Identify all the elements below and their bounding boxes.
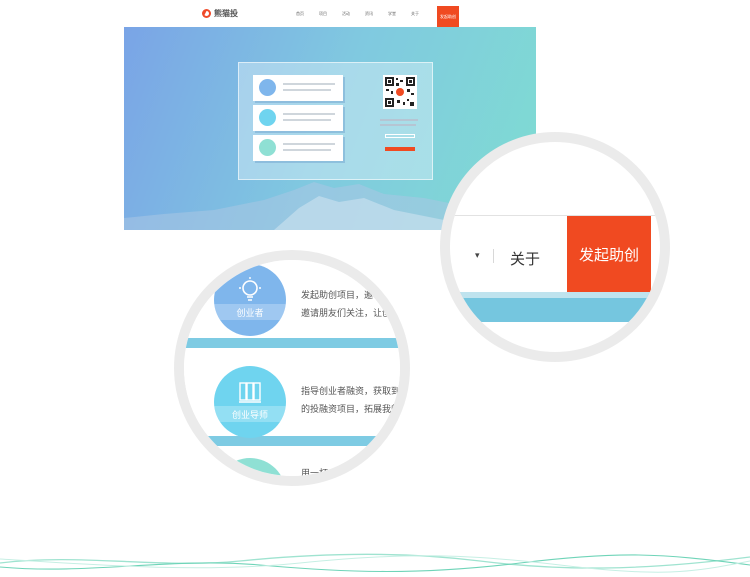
card-shadow	[184, 436, 400, 446]
launch-button-zoomed[interactable]: 发起助创	[567, 216, 651, 292]
nav-item-home[interactable]: 首页	[296, 11, 304, 17]
text-line	[380, 119, 418, 121]
site-logo[interactable]: 熊猫投	[202, 8, 238, 19]
badge-label: 创业者	[214, 304, 286, 320]
card-shadow	[184, 338, 400, 348]
mini-badge-icon	[259, 79, 276, 96]
mini-card-entrepreneur[interactable]	[253, 75, 343, 101]
nav-launch-button[interactable]: 发起助创	[437, 6, 459, 27]
card-text-line: 发起助创项目，邀	[301, 291, 374, 301]
card-text-line: 用一杯	[301, 469, 329, 479]
mini-launch-button[interactable]	[385, 147, 415, 151]
badge-label: 创业导师	[214, 406, 286, 422]
card-text-line: 的投融资项目，拓展我的	[301, 405, 401, 415]
mini-card-supporter[interactable]	[253, 135, 343, 161]
text-line	[380, 124, 416, 126]
text-line	[283, 89, 331, 91]
hero-panel	[238, 62, 433, 180]
zoom-cards-detail: 创业者 发起助创项目，邀 邀请朋友们关注，让创 创业导师 指导创业者融资，获取到…	[174, 250, 410, 486]
badge-supporter	[214, 458, 286, 476]
role-card-mentor[interactable]: 创业导师 指导创业者融资，获取到 的投融资项目，拓展我的	[184, 358, 401, 438]
badge-mentor: 创业导师	[214, 366, 286, 438]
nav-divider	[493, 249, 494, 263]
card-text-line: 指导创业者融资，获取到	[301, 387, 401, 397]
nav-item-academy[interactable]: 学堂	[388, 11, 396, 17]
nav-item-news[interactable]: 资讯	[365, 11, 373, 17]
zoom-header-detail: ▾ 关于 发起助创	[440, 132, 670, 362]
text-line	[283, 83, 335, 85]
lightbulb-icon	[239, 277, 261, 301]
logo-icon	[202, 9, 211, 18]
nav-item-about-zoomed[interactable]: 关于	[510, 248, 540, 269]
badge-entrepreneur: 创业者	[214, 264, 286, 336]
mini-badge-icon	[259, 139, 276, 156]
nav-item-events[interactable]: 活动	[342, 11, 350, 17]
text-line	[283, 149, 331, 151]
hero-band	[450, 292, 660, 322]
mini-card-mentor[interactable]	[253, 105, 343, 131]
nav-item-projects[interactable]: 项目	[319, 11, 327, 17]
site-header: 熊猫投 首页 项目 活动 资讯 学堂 关于 发起助创	[124, 0, 536, 27]
text-line	[283, 143, 335, 145]
books-icon	[239, 382, 261, 403]
logo-text: 熊猫投	[214, 9, 238, 18]
site-nav: 首页 项目 活动 资讯 学堂 关于	[296, 0, 434, 27]
mini-badge-icon	[259, 109, 276, 126]
qr-code	[383, 75, 417, 109]
mini-outline-button[interactable]	[385, 134, 415, 138]
nav-item-about[interactable]: 关于	[411, 11, 419, 17]
text-line	[283, 113, 335, 115]
text-line	[283, 119, 331, 121]
card-text-line: 邀请朋友们关注，让创	[301, 309, 392, 319]
decorative-waves	[0, 553, 750, 573]
dropdown-caret-icon[interactable]: ▾	[475, 251, 480, 261]
role-card-supporter[interactable]: 用一杯	[184, 452, 400, 479]
role-card-entrepreneur[interactable]: 创业者 发起助创项目，邀 邀请朋友们关注，让创	[184, 260, 400, 338]
